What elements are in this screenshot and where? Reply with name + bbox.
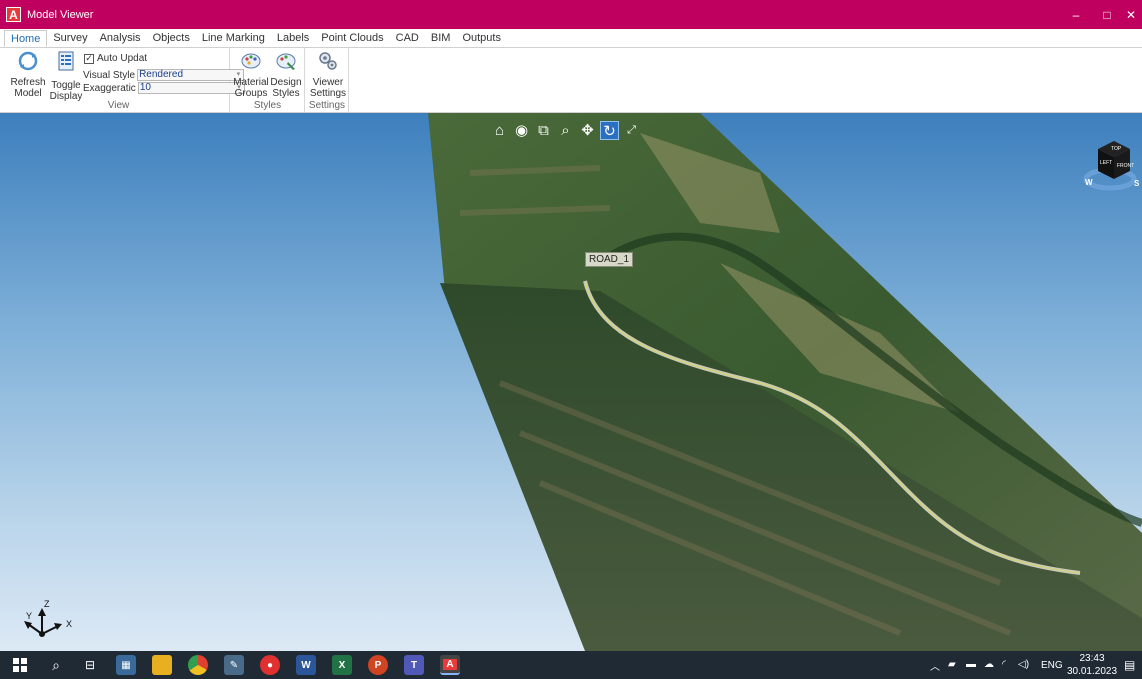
app-logo-icon: A [6,7,21,22]
search-icon[interactable]: ⌕ [46,655,66,675]
paint-icon[interactable]: ✎ [224,655,244,675]
exaggeration-row: Exaggeratic 10 ▾ [83,82,245,94]
tray-chevron-icon[interactable]: ︿ [930,658,940,673]
tab-home[interactable]: Home [4,30,48,47]
3d-viewport[interactable]: ROAD_1 TOP FRONT LEFT W S Z Y X [0,113,1142,651]
visual-style-label: Visual Style [83,69,136,81]
styles-group: Material Groups Design Styles Styles [231,48,305,112]
terrain-scene [428,113,1142,651]
viewcube-front-label: FRONT [1117,163,1134,169]
zoom-window-icon[interactable]: ⧉ [534,121,553,140]
axis-x-label: X [66,619,72,629]
ribbon: Refresh Model Toggle Display ✓ Auto Upda… [0,47,1142,113]
palette-icon [241,53,261,69]
exaggeration-select[interactable]: 10 ▾ [137,82,245,94]
exaggeration-label: Exaggeratic [83,82,136,94]
tab-cad[interactable]: CAD [390,30,425,47]
navigation-toolbar: ⌂ ◉ ⧉ ⌕ ✥ ↻ ⤢ [490,121,641,140]
tab-survey[interactable]: Survey [47,30,93,47]
toggle-display-icon [58,51,74,71]
settings-group-label: Settings [308,100,346,111]
refresh-icon [18,51,38,71]
axis-y-label: Y [26,611,32,621]
calculator-icon[interactable]: ▦ [116,655,136,675]
model-viewer-taskbar-icon[interactable]: A [440,655,460,675]
windows-start-icon[interactable] [10,655,30,675]
material-groups-button[interactable]: Material Groups [233,50,269,99]
close-button[interactable]: ✕ [1120,0,1142,29]
wifi-icon[interactable]: ◜ [1002,659,1006,670]
checkbox-check-icon: ✓ [84,53,94,64]
notifications-icon[interactable]: ▤ [1124,658,1135,672]
volume-icon[interactable]: ◁) [1018,659,1029,670]
chrome-icon[interactable] [188,655,208,675]
refresh-model-button[interactable]: Refresh Model [10,50,46,99]
onedrive-icon[interactable]: ☁ [984,659,994,670]
window-title: Model Viewer [27,8,94,21]
taskbar: ⌕ ⊟ ▦ ✎ ● W X P T A ︿ ▰ ▬ ☁ ◜ ◁) ENG 23:… [0,651,1142,679]
settings-group: Viewer Settings Settings [306,48,349,112]
tab-analysis[interactable]: Analysis [94,30,147,47]
orbit-icon[interactable]: ↻ [600,121,619,140]
viewcube-top-label: TOP [1111,146,1122,152]
tray-app-icon[interactable]: ▰ [948,659,956,670]
visual-style-row: Visual Style Rendered ▾ [83,69,245,81]
auto-update-checkbox[interactable]: ✓ Auto Updat [84,53,147,64]
tab-objects[interactable]: Objects [147,30,196,47]
tab-point-clouds[interactable]: Point Clouds [315,30,389,47]
powerpoint-icon[interactable]: P [368,655,388,675]
gears-icon [319,52,337,70]
axis-triad: Z Y X [24,599,72,637]
design-palette-icon [276,53,296,70]
pan-icon[interactable]: ✥ [578,121,597,140]
clock-date[interactable]: 30.01.2023 [1066,666,1118,677]
teams-icon[interactable]: T [404,655,424,675]
view-group-label: View [107,100,130,111]
tab-bim[interactable]: BIM [425,30,457,47]
ribbon-tabs: Home Survey Analysis Objects Line Markin… [0,29,1142,47]
title-bar: A Model Viewer – □ ✕ [0,0,1142,29]
fullscreen-icon[interactable]: ⤢ [622,121,641,140]
toggle-display-button[interactable]: Toggle Display [48,50,84,102]
tab-labels[interactable]: Labels [271,30,315,47]
tab-outputs[interactable]: Outputs [456,30,507,47]
tray-network-icon[interactable]: ▬ [966,659,976,670]
home-icon[interactable]: ⌂ [490,121,509,140]
tab-line-marking[interactable]: Line Marking [196,30,271,47]
orbit-wheel-icon[interactable]: ◉ [512,121,531,140]
file-explorer-icon[interactable] [152,655,172,675]
excel-icon[interactable]: X [332,655,352,675]
viewer-settings-button[interactable]: Viewer Settings [309,50,347,99]
viewcube[interactable]: TOP FRONT LEFT W S [1080,134,1142,196]
record-app-icon[interactable]: ● [260,655,280,675]
task-view-icon[interactable]: ⊟ [80,655,100,675]
design-styles-button[interactable]: Design Styles [269,50,303,99]
styles-group-label: Styles [253,100,282,111]
clock-time[interactable]: 23:43 [1074,653,1110,664]
visual-style-select[interactable]: Rendered ▾ [137,69,245,81]
word-icon[interactable]: W [296,655,316,675]
language-indicator[interactable]: ENG [1041,660,1063,671]
view-group: Refresh Model Toggle Display ✓ Auto Upda… [8,48,245,112]
road-label[interactable]: ROAD_1 [585,252,634,267]
axis-z-label: Z [44,599,50,609]
zoom-icon[interactable]: ⌕ [556,121,575,140]
compass-w-label: W [1085,178,1093,187]
compass-s-label: S [1134,179,1140,188]
viewcube-left-label: LEFT [1100,160,1112,166]
